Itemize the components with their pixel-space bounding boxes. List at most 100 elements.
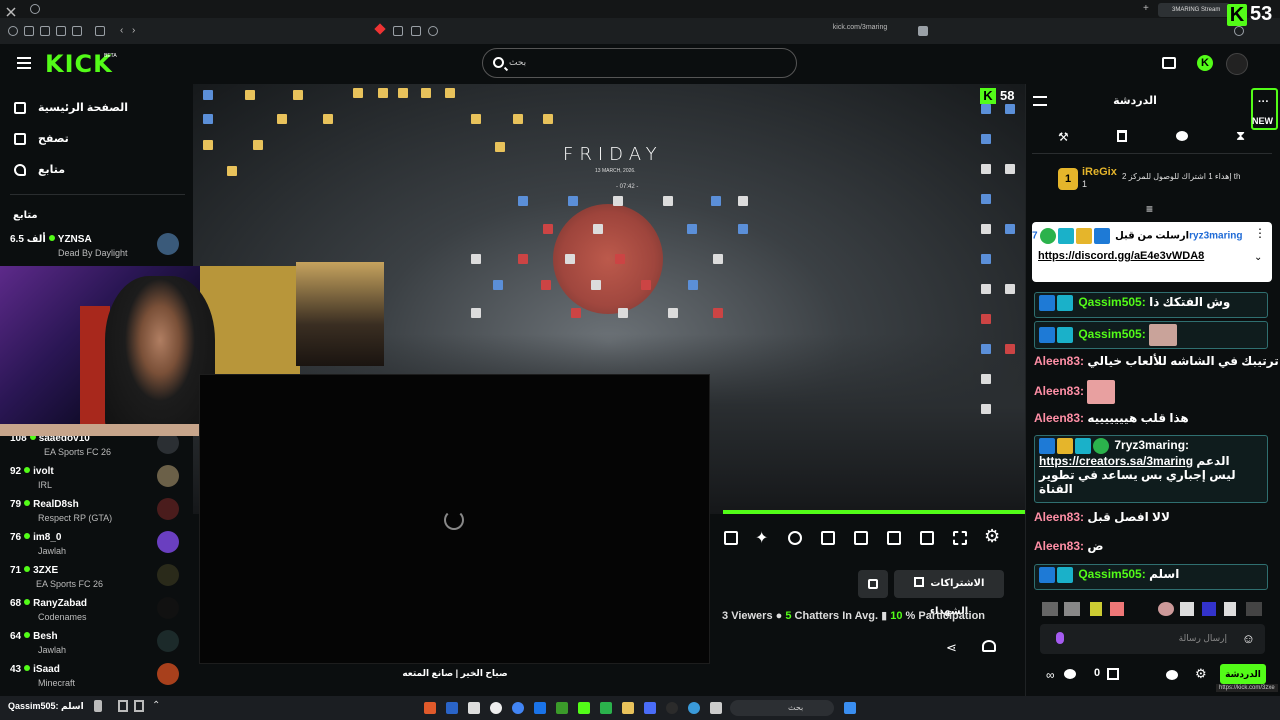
gear-icon[interactable]: ⚙	[984, 526, 1000, 547]
pip-icon[interactable]	[854, 531, 868, 545]
fullscreen-icon[interactable]	[953, 531, 967, 545]
mini-player-icon[interactable]	[920, 531, 934, 545]
chat-username[interactable]: Aleen83:	[1034, 539, 1084, 553]
edge-icon[interactable]	[688, 702, 700, 714]
subs-options-button[interactable]	[858, 570, 888, 598]
infinity-icon[interactable]: ∞	[1046, 668, 1055, 682]
obs-icon[interactable]	[666, 702, 678, 714]
emote-icon[interactable]	[1224, 602, 1236, 616]
chat-username[interactable]: Aleen83:	[1034, 510, 1084, 524]
clip-icon[interactable]	[724, 531, 738, 545]
phone-icon[interactable]	[94, 700, 102, 712]
kick-icon[interactable]	[578, 702, 590, 714]
emote-icon[interactable]	[1090, 602, 1102, 616]
app-icon[interactable]	[534, 702, 546, 714]
emote-icon[interactable]	[1202, 602, 1216, 616]
chat-username[interactable]: Aleen83:	[1034, 354, 1084, 368]
channel-item[interactable]: 64 Besh Jawlah	[10, 629, 182, 661]
chat-username[interactable]: Qassim505:	[1078, 567, 1145, 581]
channel-item[interactable]: 6.5 ألف YZNSA Dead By Daylight	[10, 232, 182, 264]
reload-icon[interactable]	[1234, 26, 1244, 36]
microphone-icon[interactable]	[1056, 632, 1064, 644]
sidebar-item-browse[interactable]: تصفح	[12, 129, 182, 151]
close-icon[interactable]	[6, 4, 16, 17]
gift-icon[interactable]	[1107, 668, 1119, 680]
forward-icon[interactable]: ›	[132, 25, 135, 36]
github-icon[interactable]	[490, 702, 502, 714]
shield-brave-icon[interactable]	[393, 26, 403, 36]
hammer-icon[interactable]: ⚒	[1058, 130, 1069, 144]
back-icon[interactable]: ‹	[120, 25, 123, 36]
chat-bubble-icon[interactable]	[1166, 670, 1178, 680]
app-icon[interactable]	[468, 702, 480, 714]
sidebar-item-following[interactable]: متابع	[12, 160, 182, 182]
history-icon[interactable]	[8, 26, 18, 36]
points-icon[interactable]	[1064, 669, 1076, 679]
pinned-link[interactable]: https://discord.gg/aE4e3vWDA8	[1038, 250, 1204, 262]
play-icon[interactable]	[600, 702, 612, 714]
rewind-icon[interactable]	[788, 531, 802, 545]
emote-icon[interactable]	[1158, 602, 1174, 616]
sidebar-item-home[interactable]: الصفحة الرئيسية	[12, 98, 182, 120]
printer-icon[interactable]	[118, 700, 128, 712]
gear-icon[interactable]: ⚙	[1195, 666, 1207, 682]
emote-icon[interactable]	[1110, 602, 1124, 616]
go-live-icon[interactable]	[1162, 57, 1176, 69]
chat-username[interactable]: Aleen83:	[1034, 384, 1084, 398]
chevron-up-icon[interactable]: ⌃	[152, 700, 160, 711]
cube-icon[interactable]	[40, 26, 50, 36]
collapse-chat-icon[interactable]	[1033, 96, 1047, 106]
brave-rewards-icon[interactable]	[374, 23, 386, 35]
app-icon[interactable]	[446, 702, 458, 714]
kick-points-icon[interactable]: K	[1197, 55, 1213, 71]
trash-icon[interactable]	[1117, 130, 1127, 142]
settings-icon[interactable]	[30, 4, 40, 14]
emoji-icon[interactable]: ☺	[1242, 631, 1255, 646]
screenshot-icon[interactable]	[72, 26, 82, 36]
share-icon[interactable]: ⋖	[946, 640, 957, 656]
bookmark-icon[interactable]	[918, 26, 928, 36]
channel-item[interactable]: 76 im8_0 Jawlah	[10, 530, 182, 562]
tabs-icon[interactable]	[56, 26, 66, 36]
kick-logo[interactable]: KICK	[45, 50, 113, 78]
filter-icon[interactable]: ≡	[1146, 202, 1153, 216]
chat-input[interactable]: إرسال رسالة ☺	[1040, 624, 1265, 654]
gift-subs-button[interactable]: الاشتراكات الشهداء	[894, 570, 1004, 617]
chat-username[interactable]: Aleen83:	[1034, 411, 1084, 425]
emote-icon[interactable]	[1042, 602, 1058, 616]
theater-icon[interactable]	[887, 531, 901, 545]
more-icon[interactable]: ⋮	[1254, 226, 1266, 240]
windows-start-icon[interactable]	[844, 702, 856, 714]
channel-item[interactable]: 43 iSaad Minecraft	[10, 662, 182, 694]
stats-icon[interactable]	[821, 531, 835, 545]
emote-icon[interactable]	[1064, 602, 1080, 616]
brave-icon[interactable]	[424, 702, 436, 714]
device-icon[interactable]	[134, 700, 144, 712]
chat-link[interactable]: https://creators.sa/3maring	[1039, 454, 1193, 468]
chrome-icon[interactable]	[512, 702, 524, 714]
search-tab-icon[interactable]	[428, 26, 438, 36]
emote-icon[interactable]	[1180, 602, 1194, 616]
avatar[interactable]	[1226, 53, 1248, 75]
channel-item[interactable]: 79 RealD8sh Respect RP (GTA)	[10, 497, 182, 529]
menu-icon[interactable]	[17, 57, 31, 69]
chat-menu-button[interactable]: ··· NEW	[1251, 88, 1278, 130]
channel-item[interactable]: 68 RanyZabad Codenames	[10, 596, 182, 628]
sidebar-icon[interactable]	[95, 26, 105, 36]
chat-username[interactable]: Qassim505:	[1078, 327, 1145, 341]
folder-icon[interactable]	[622, 702, 634, 714]
emote-icon[interactable]	[1246, 602, 1262, 616]
chat-username[interactable]: 7ryz3maring:	[1114, 438, 1189, 452]
shield-icon[interactable]	[24, 26, 34, 36]
chevron-down-icon[interactable]: ⌄	[1254, 252, 1262, 263]
chat-username[interactable]: Qassim505:	[1078, 295, 1145, 309]
search-input[interactable]: بحث	[482, 48, 797, 78]
channel-item[interactable]: 71 3ZXE EA Sports FC 26	[10, 563, 182, 595]
sparkle-icon[interactable]: ✦	[755, 528, 768, 548]
app-icon[interactable]	[710, 702, 722, 714]
follow-user-icon[interactable]	[982, 640, 996, 652]
chat-bubble-icon[interactable]	[1176, 131, 1188, 141]
send-chat-button[interactable]: الدردشة	[1220, 664, 1266, 684]
pinned-message[interactable]: ارسلت من قبل 7ryz3maring ⋮ ⌄ https://dis…	[1032, 222, 1272, 282]
taskbar-search[interactable]: بحث	[730, 700, 834, 716]
